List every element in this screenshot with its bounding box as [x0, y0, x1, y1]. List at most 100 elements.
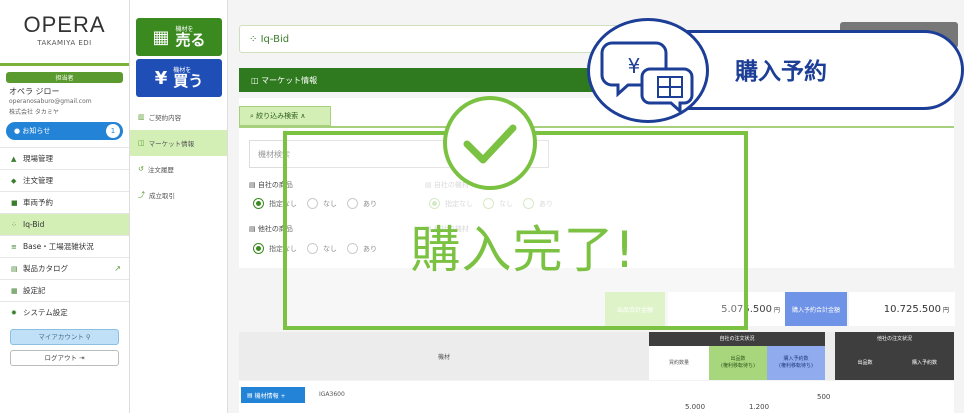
col-reserve-qty: 購入予約数 (権利移転待ち)	[767, 346, 825, 380]
user-company: 株式会社 タカミヤ	[9, 109, 59, 116]
list-icon: ▤	[247, 391, 255, 399]
yen-icon: ¥	[154, 67, 168, 89]
contract-icon: ▥	[138, 113, 145, 121]
nav-label: Iq-Bid	[23, 220, 45, 229]
radio-own-unspecified[interactable]	[253, 198, 264, 209]
buy-button[interactable]: ¥ 機材を 買う	[136, 59, 222, 97]
brand-sub: TAKAMIYA EDI	[37, 39, 92, 47]
main-nav: ▲ 現場管理 ◆ 注文管理 ■ 車両予約 ⁘ Iq-Bid ≡ Base・工場混雑状況 ▤…	[0, 147, 129, 323]
nav-label: Base・工場混雑状況	[23, 242, 94, 251]
nav-label: 製品カタログ	[23, 264, 68, 273]
chevron-up-icon: ∧	[298, 112, 306, 120]
my-account-button[interactable]: マイアカウント ⚲	[10, 329, 119, 345]
logout-button[interactable]: ログアウト ⇥	[10, 350, 119, 366]
listing-qty-value: 1.200	[749, 403, 770, 411]
col-listings: 出品数	[835, 346, 895, 380]
history-icon: ↺	[138, 165, 144, 173]
main-sidebar: OPERA TAKAMIYA EDI 担当者 オペラ ジロー operanosa…	[0, 0, 130, 413]
purchase-complete-text: 購入完了!	[410, 221, 636, 279]
divider	[239, 126, 954, 128]
radio-other-unspecified[interactable]	[253, 243, 264, 254]
brand-logo[interactable]: OPERA TAKAMIYA EDI	[0, 0, 129, 66]
reservation-total-amount: 10.725.500	[883, 303, 941, 315]
brand-name: OPERA	[23, 12, 106, 37]
sell-icon: ▦	[152, 26, 170, 48]
filter-toggle-label: 絞り込み検索	[256, 112, 299, 120]
nav-item-system[interactable]: ✹ システム設定	[0, 301, 129, 323]
iqbid-icon: ⁘	[11, 220, 17, 229]
sub-nav: ▥ ご契約内容 ◫ マーケット情報 ↺ 注文履歴 ⤴ 成立取引	[130, 104, 227, 208]
sub-item-deals[interactable]: ⤴ 成立取引	[130, 182, 227, 208]
list-icon: ▤	[249, 225, 258, 233]
equipment-model: IGA3600	[319, 391, 345, 398]
reservation-icon-circle: ¥	[587, 18, 709, 123]
market-icon: ◫	[138, 139, 145, 147]
tag-icon: ◆	[11, 176, 17, 185]
nav-label: 注文管理	[23, 176, 53, 185]
list-icon: ▤	[249, 181, 258, 189]
notice-label: ● お知らせ	[14, 127, 51, 135]
my-account-label: マイアカウント	[38, 333, 84, 341]
sub-item-market[interactable]: ◫ マーケット情報	[130, 130, 227, 156]
checkmark-circle	[443, 96, 537, 190]
currency-unit: 円	[942, 306, 949, 314]
iqbid-icon: ⁘	[249, 33, 261, 45]
nav-item-vehicle[interactable]: ■ 車両予約	[0, 191, 129, 213]
table-row: ▤ 機材情報 + IGA3600 5.000 1.200 500	[239, 381, 954, 413]
equipment-info-button[interactable]: ▤ 機材情報 +	[241, 387, 305, 403]
truck-icon: ▲	[11, 154, 17, 163]
currency-unit: 円	[773, 306, 780, 314]
col-equipment: 機材	[437, 353, 450, 361]
handshake-icon: ⤴	[138, 191, 145, 199]
col-reservations: 購入予約数	[895, 346, 954, 380]
trade-sidebar: ▦ 機材を 売る ¥ 機材を 買う ▥ ご契約内容 ◫ マーケット情報 ↺ 注文履歴 ⤴ 成…	[130, 0, 228, 413]
user-info: 担当者 オペラ ジロー operanosaburo@gmail.com 株式会社…	[6, 72, 123, 116]
sub-item-label: 注文履歴	[147, 166, 174, 174]
buy-large-label: 買う	[173, 71, 204, 90]
user-email: operanosaburo@gmail.com	[9, 98, 92, 105]
nav-label: 現場管理	[23, 154, 53, 163]
nav-item-orders[interactable]: ◆ 注文管理	[0, 169, 129, 191]
reserve-qty-value: 500	[817, 393, 831, 401]
logout-icon: ⇥	[79, 354, 85, 362]
table-header: 機材 自社の注文状況 他社の注文状況 買約数量 出品数 (権利移転待ち) 購入予…	[239, 332, 954, 380]
equipment-info-label: 機材情報 +	[254, 392, 286, 400]
yen-chat-icon: ¥	[600, 41, 694, 115]
sub-item-history[interactable]: ↺ 注文履歴	[130, 156, 227, 182]
col-listing-qty: 出品数 (権利移転待ち)	[709, 346, 767, 380]
sub-item-contract[interactable]: ▥ ご契約内容	[130, 104, 227, 130]
col-group-own: 自社の注文状況	[649, 332, 825, 346]
nav-item-settings-log[interactable]: ▦ 設定記	[0, 279, 129, 301]
sub-item-label: ご契約内容	[148, 114, 182, 122]
reservation-total-label: 購入予約合計金額	[785, 292, 847, 326]
svg-text:¥: ¥	[628, 54, 641, 78]
catalog-icon: ▤	[11, 264, 18, 273]
sell-button[interactable]: ▦ 機材を 売る	[136, 18, 222, 56]
filter-toggle[interactable]: ⌕ 絞り込み検索 ∧	[239, 106, 331, 126]
nav-item-catalog[interactable]: ▤ 製品カタログ ↗	[0, 257, 129, 279]
factory-icon: ≡	[11, 242, 17, 251]
notice-button[interactable]: ● お知らせ 1	[6, 122, 123, 140]
external-link-icon: ↗	[114, 264, 121, 273]
gear-icon: ✹	[11, 308, 17, 317]
nav-label: 設定記	[23, 286, 46, 295]
notice-count-badge: 1	[106, 124, 120, 138]
nav-item-site[interactable]: ▲ 現場管理	[0, 147, 129, 169]
market-icon: ◫	[251, 75, 262, 85]
nav-item-iqbid[interactable]: ⁘ Iq-Bid	[0, 213, 129, 235]
nav-item-base[interactable]: ≡ Base・工場混雑状況	[0, 235, 129, 257]
reservation-total-value: 10.725.500 円	[849, 292, 955, 326]
user-name: オペラ ジロー	[9, 87, 60, 96]
sub-item-label: 成立取引	[149, 192, 175, 200]
document-icon: ▦	[11, 286, 18, 295]
vehicle-icon: ■	[11, 198, 18, 207]
account-icon: ⚲	[85, 333, 91, 341]
purchase-reservation-text: 購入予約	[735, 59, 827, 85]
role-badge: 担当者	[6, 72, 123, 83]
page-title-text: Iq-Bid	[260, 33, 290, 45]
sell-large-label: 売る	[175, 30, 206, 49]
checkmark-icon	[463, 124, 517, 164]
nav-label: 車両予約	[23, 198, 53, 207]
col-group-other: 他社の注文状況	[835, 332, 954, 346]
sub-item-label: マーケット情報	[148, 140, 195, 148]
